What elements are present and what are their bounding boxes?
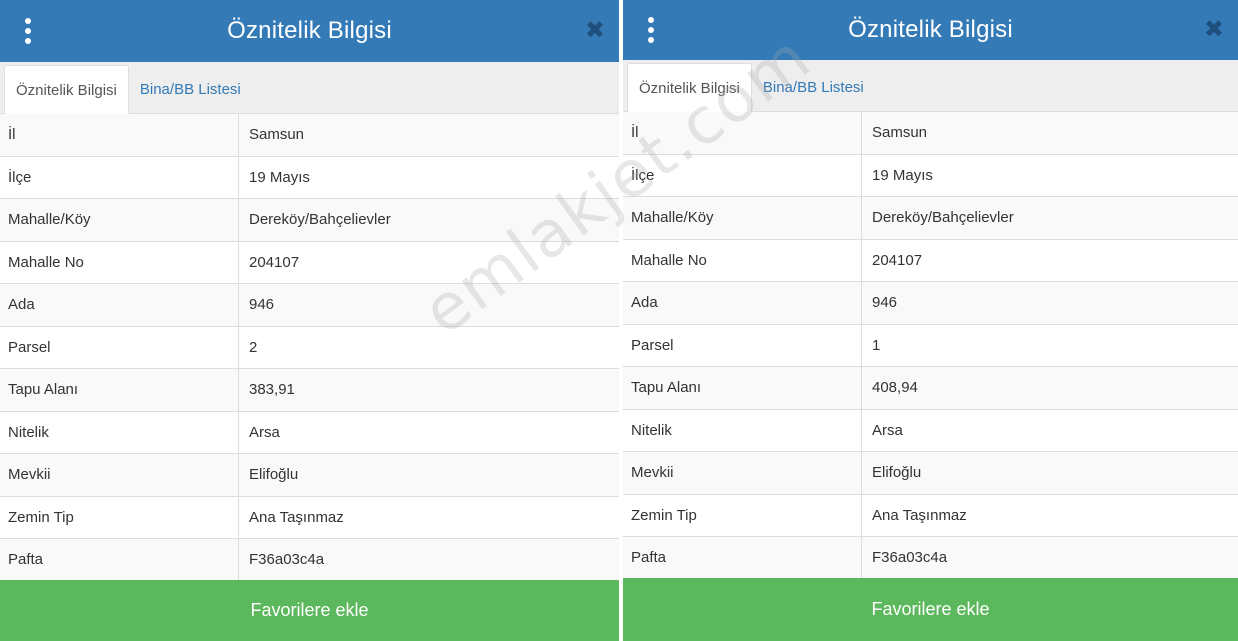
table-row: Zemin Tip Ana Taşınmaz [0,496,619,539]
row-value: 383,91 [249,381,295,399]
row-key: İlçe [0,156,239,198]
row-key: Ada [0,284,239,326]
table-row: İl Samsun [623,112,1238,155]
row-key: Nitelik [0,411,239,453]
row-value: Ana Taşınmaz [872,506,967,524]
row-key: Mahalle/Köy [623,197,862,239]
row-key: Parsel [0,326,239,368]
row-value: Elifoğlu [249,466,299,484]
table-row: Tapu Alanı 383,91 [0,369,619,412]
tab-attribute-info[interactable]: Öznitelik Bilgisi [627,63,752,112]
kebab-menu-icon[interactable] [645,17,657,43]
row-key: Mahalle No [0,241,239,283]
row-value: 1 [872,336,881,354]
row-value: 19 Mayıs [249,168,310,186]
row-value: 19 Mayıs [872,166,933,184]
row-key: Pafta [623,537,862,579]
table-row: İlçe 19 Mayıs [0,156,619,199]
table-row: Mevkii Elifoğlu [0,454,619,497]
row-key: İl [623,112,862,154]
tab-attribute-info[interactable]: Öznitelik Bilgisi [4,65,129,114]
table-row: İl Samsun [0,114,619,157]
table-row: Zemin Tip Ana Taşınmaz [623,494,1238,537]
attribute-panel-left: Öznitelik Bilgisi ✖ Öznitelik Bilgisi Bi… [0,0,619,641]
tab-building-list[interactable]: Bina/BB Listesi [752,63,875,111]
row-value: 204107 [249,253,300,271]
row-value: 408,94 [872,379,918,397]
table-row: Mahalle No 204107 [623,239,1238,282]
row-key: Mevkii [623,452,862,494]
table-row: Mevkii Elifoğlu [623,452,1238,495]
table-row: Nitelik Arsa [623,409,1238,452]
row-key: Zemin Tip [623,494,862,536]
row-value: Arsa [872,421,903,439]
table-row: Ada 946 [0,284,619,327]
row-key: Pafta [0,539,239,581]
row-key: Parsel [623,324,862,366]
table-row: Parsel 1 [623,324,1238,367]
panel-header: Öznitelik Bilgisi ✖ [0,0,619,62]
panel-title: Öznitelik Bilgisi [848,16,1013,43]
row-value: Dereköy/Bahçelievler [249,211,391,229]
row-key: Zemin Tip [0,496,239,538]
table-row: Pafta F36a03c4a [623,537,1238,580]
kebab-menu-icon[interactable] [22,18,34,44]
row-value: Ana Taşınmaz [249,508,344,526]
row-value: 2 [249,338,258,356]
row-value: Elifoğlu [872,464,922,482]
row-key: Tapu Alanı [0,369,239,411]
row-value: 946 [249,296,275,314]
row-key: Tapu Alanı [623,367,862,409]
row-key: Ada [623,282,862,324]
row-value: Samsun [872,124,928,142]
panel-title: Öznitelik Bilgisi [227,17,392,44]
row-key: Mahalle No [623,239,862,281]
close-icon[interactable]: ✖ [585,19,605,43]
panel-header: Öznitelik Bilgisi ✖ [623,0,1238,60]
row-value: Arsa [249,423,280,441]
row-value: 204107 [872,251,923,269]
tab-bar: Öznitelik Bilgisi Bina/BB Listesi [623,60,1238,112]
table-row: Ada 946 [623,282,1238,325]
table-row: Mahalle No 204107 [0,241,619,284]
attribute-table: İl Samsun İlçe 19 Mayıs Mahalle/Köy Dereköy… [623,112,1238,580]
row-value: F36a03c4a [249,551,325,569]
close-icon[interactable]: ✖ [1204,18,1224,42]
row-value: Dereköy/Bahçelievler [872,209,1014,227]
tab-bar: Öznitelik Bilgisi Bina/BB Listesi [0,62,619,114]
table-row: İlçe 19 Mayıs [623,154,1238,197]
table-row: Parsel 2 [0,326,619,369]
table-row: Pafta F36a03c4a [0,539,619,582]
row-value: 946 [872,294,898,312]
row-value: Samsun [249,126,305,144]
add-to-favorites-button[interactable]: Favorilere ekle [623,578,1238,641]
table-row: Mahalle/Köy Dereköy/Bahçelievler [623,197,1238,240]
attribute-table: İl Samsun İlçe 19 Mayıs Mahalle/Köy Dereköy… [0,114,619,582]
row-key: Nitelik [623,409,862,451]
row-key: İl [0,114,239,156]
row-key: İlçe [623,154,862,196]
row-key: Mevkii [0,454,239,496]
attribute-panel-right: Öznitelik Bilgisi ✖ Öznitelik Bilgisi Bi… [623,0,1238,641]
table-row: Tapu Alanı 408,94 [623,367,1238,410]
table-row: Nitelik Arsa [0,411,619,454]
tab-building-list[interactable]: Bina/BB Listesi [129,65,252,113]
add-to-favorites-button[interactable]: Favorilere ekle [0,580,619,641]
table-row: Mahalle/Köy Dereköy/Bahçelievler [0,199,619,242]
row-key: Mahalle/Köy [0,199,239,241]
row-value: F36a03c4a [872,549,948,567]
